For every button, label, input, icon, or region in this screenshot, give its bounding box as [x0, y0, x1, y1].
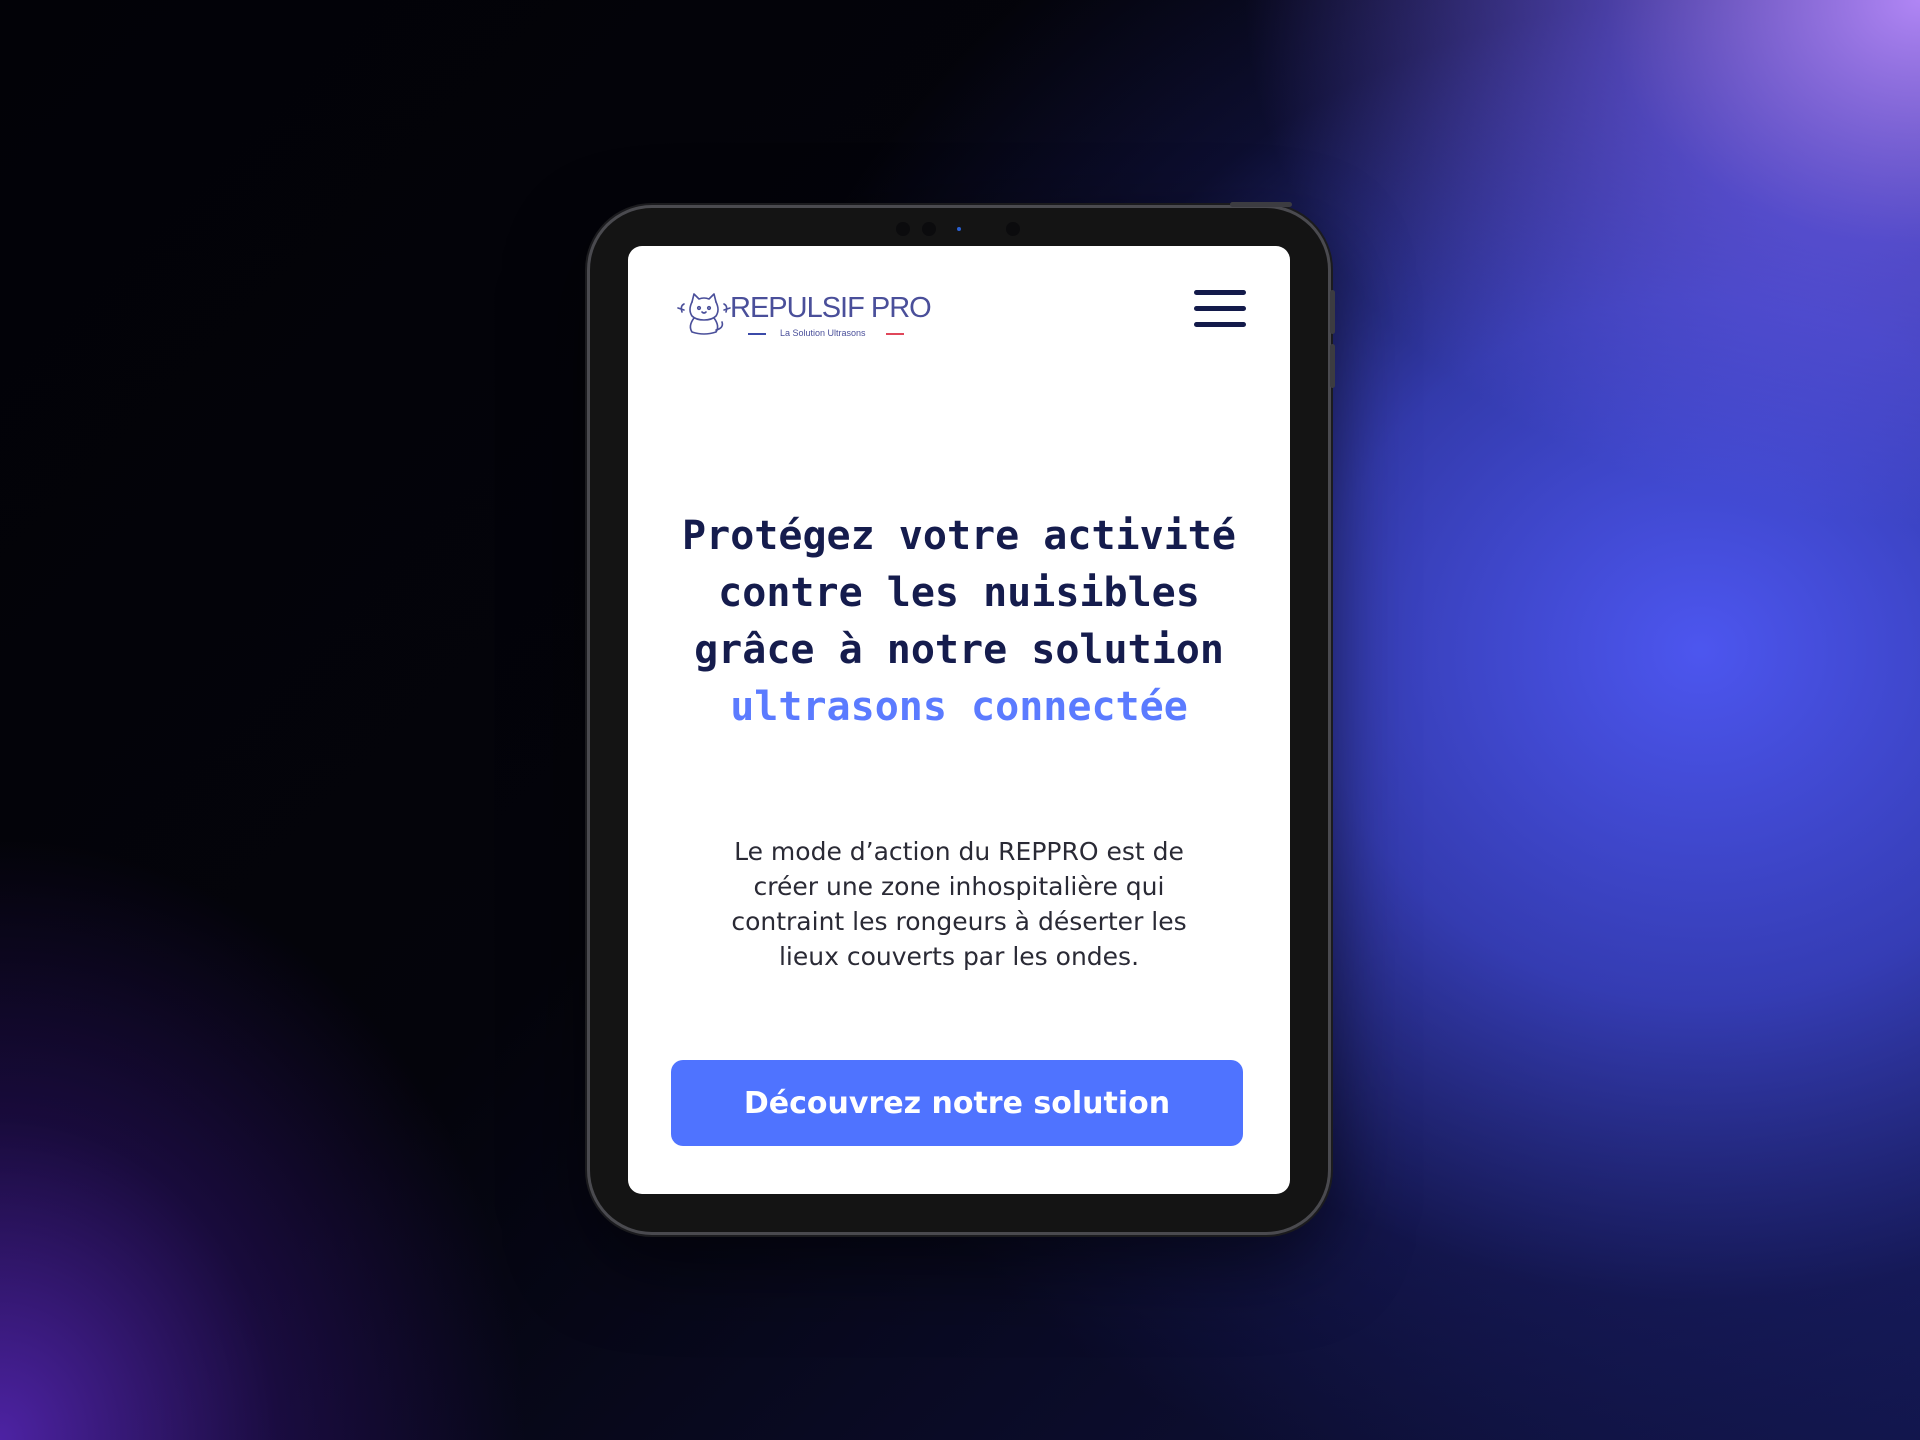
power-button [1230, 202, 1292, 207]
tablet-device: REPULSIF PRO La Solution Ultrasons Proté… [590, 202, 1335, 1232]
logo-flag-blue [748, 333, 766, 335]
hero-description: Le mode d’action du REPPRO est de créer … [731, 837, 1187, 971]
cat-mascot-icon [677, 293, 731, 335]
volume-down-button [1330, 344, 1335, 388]
logo-wordmark: REPULSIF PRO [730, 292, 932, 324]
sensor-dot [922, 222, 936, 236]
front-camera [1006, 222, 1020, 236]
menu-bar [1194, 290, 1246, 295]
sensor-dot [896, 222, 910, 236]
tablet-screen: REPULSIF PRO La Solution Ultrasons Proté… [628, 246, 1290, 1194]
menu-bar [1194, 306, 1246, 311]
hamburger-menu-icon[interactable] [1194, 290, 1246, 328]
camera-led [957, 227, 961, 231]
logo-tagline: La Solution Ultrasons [780, 328, 866, 338]
hero-headline: Protégez votre activité contre les nuisi… [668, 508, 1250, 736]
menu-bar [1194, 322, 1246, 327]
discover-solution-button[interactable]: Découvrez notre solution [671, 1060, 1243, 1146]
volume-up-button [1330, 290, 1335, 334]
hero-headline-accent: ultrasons connectée [730, 684, 1188, 730]
site-logo[interactable]: REPULSIF PRO La Solution Ultrasons [676, 288, 946, 344]
hero-headline-main: Protégez votre activité contre les nuisi… [682, 513, 1236, 673]
logo-flag-red [886, 333, 904, 335]
